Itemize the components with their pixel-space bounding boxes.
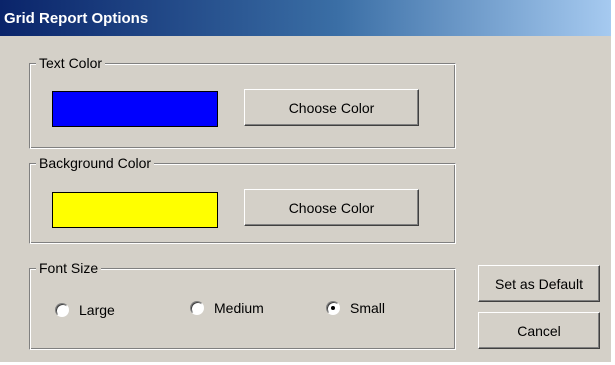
radio-small[interactable]: Small — [326, 300, 385, 316]
choose-text-color-button[interactable]: Choose Color — [244, 89, 419, 126]
radio-large[interactable]: Large — [55, 302, 115, 318]
radio-button-icon[interactable] — [55, 303, 69, 317]
radio-button-icon[interactable] — [326, 301, 340, 315]
background-color-swatch — [52, 192, 218, 228]
cancel-button[interactable]: Cancel — [478, 312, 600, 349]
background-color-group: Background Color Choose Color — [29, 155, 456, 244]
text-color-swatch — [52, 91, 218, 127]
text-color-legend: Text Color — [36, 55, 106, 71]
radio-small-label: Small — [350, 300, 386, 316]
window-title: Grid Report Options — [4, 10, 149, 27]
text-color-group: Text Color Choose Color — [29, 55, 456, 149]
radio-large-label: Large — [79, 302, 115, 318]
font-size-group: Font Size Large Medium Small — [29, 260, 456, 350]
background-color-legend: Background Color — [36, 155, 155, 171]
title-bar: Grid Report Options — [0, 0, 611, 36]
radio-medium-label: Medium — [214, 300, 264, 316]
radio-medium[interactable]: Medium — [190, 300, 264, 316]
radio-dot-icon — [331, 306, 335, 310]
grid-report-options-dialog: Grid Report Options Text Color Choose Co… — [0, 0, 613, 363]
choose-background-color-button[interactable]: Choose Color — [244, 189, 419, 226]
set-as-default-button[interactable]: Set as Default — [478, 265, 600, 302]
font-size-legend: Font Size — [36, 260, 102, 276]
radio-button-icon[interactable] — [190, 301, 204, 315]
